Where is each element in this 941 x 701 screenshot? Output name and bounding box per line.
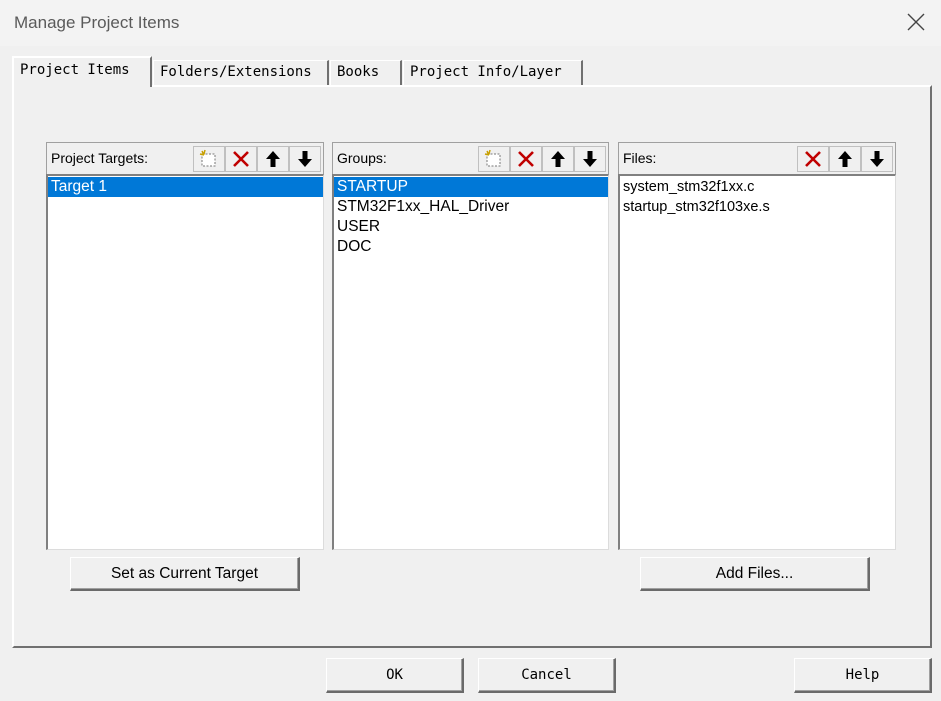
- files-label: Files:: [623, 150, 657, 166]
- cancel-button[interactable]: Cancel: [478, 658, 616, 693]
- tab-strip: Project Items Folders/Extensions Books P…: [12, 56, 932, 87]
- ok-button[interactable]: OK: [326, 658, 464, 693]
- files-panel: Files: system_stm32f1xx.c startup_stm32f1…: [618, 142, 896, 550]
- project-items-panel: Project Targets: Target 1 Groups: STARTU…: [12, 85, 932, 648]
- move-down-file-icon[interactable]: [861, 146, 893, 172]
- project-targets-panel: Project Targets: Target 1: [46, 142, 324, 550]
- move-down-group-icon[interactable]: [574, 146, 606, 172]
- tab-books[interactable]: Books: [330, 60, 402, 86]
- delete-file-icon[interactable]: [797, 146, 829, 172]
- list-item[interactable]: USER: [334, 217, 608, 237]
- move-up-target-icon[interactable]: [257, 146, 289, 172]
- title-bar: Manage Project Items: [0, 0, 941, 46]
- close-icon[interactable]: [905, 11, 927, 33]
- list-item[interactable]: Target 1: [48, 177, 323, 197]
- new-target-icon[interactable]: [193, 146, 225, 172]
- groups-list[interactable]: STARTUP STM32F1xx_HAL_Driver USER DOC: [332, 174, 609, 550]
- list-item[interactable]: system_stm32f1xx.c: [620, 177, 895, 197]
- window-title: Manage Project Items: [14, 13, 180, 32]
- project-targets-header: Project Targets:: [46, 142, 324, 174]
- groups-panel: Groups: STARTUP STM32F1xx_HAL_Driver USER D…: [332, 142, 609, 550]
- help-button[interactable]: Help: [794, 658, 932, 693]
- groups-label: Groups:: [337, 150, 387, 166]
- delete-target-icon[interactable]: [225, 146, 257, 172]
- project-targets-label: Project Targets:: [51, 150, 149, 166]
- new-group-icon[interactable]: [478, 146, 510, 172]
- files-header: Files:: [618, 142, 896, 174]
- list-item[interactable]: DOC: [334, 237, 608, 257]
- files-list[interactable]: system_stm32f1xx.c startup_stm32f103xe.s: [618, 174, 896, 550]
- set-current-target-button[interactable]: Set as Current Target: [70, 557, 300, 591]
- tab-folders-extensions[interactable]: Folders/Extensions: [153, 60, 329, 86]
- add-files-button[interactable]: Add Files...: [640, 557, 870, 591]
- project-targets-list[interactable]: Target 1: [46, 174, 324, 550]
- groups-header: Groups:: [332, 142, 609, 174]
- tab-project-info-layer[interactable]: Project Info/Layer: [403, 60, 583, 86]
- move-up-file-icon[interactable]: [829, 146, 861, 172]
- tab-project-items[interactable]: Project Items: [12, 56, 152, 87]
- list-item[interactable]: STM32F1xx_HAL_Driver: [334, 197, 608, 217]
- move-up-group-icon[interactable]: [542, 146, 574, 172]
- move-down-target-icon[interactable]: [289, 146, 321, 172]
- list-item[interactable]: STARTUP: [334, 177, 608, 197]
- delete-group-icon[interactable]: [510, 146, 542, 172]
- list-item[interactable]: startup_stm32f103xe.s: [620, 197, 895, 217]
